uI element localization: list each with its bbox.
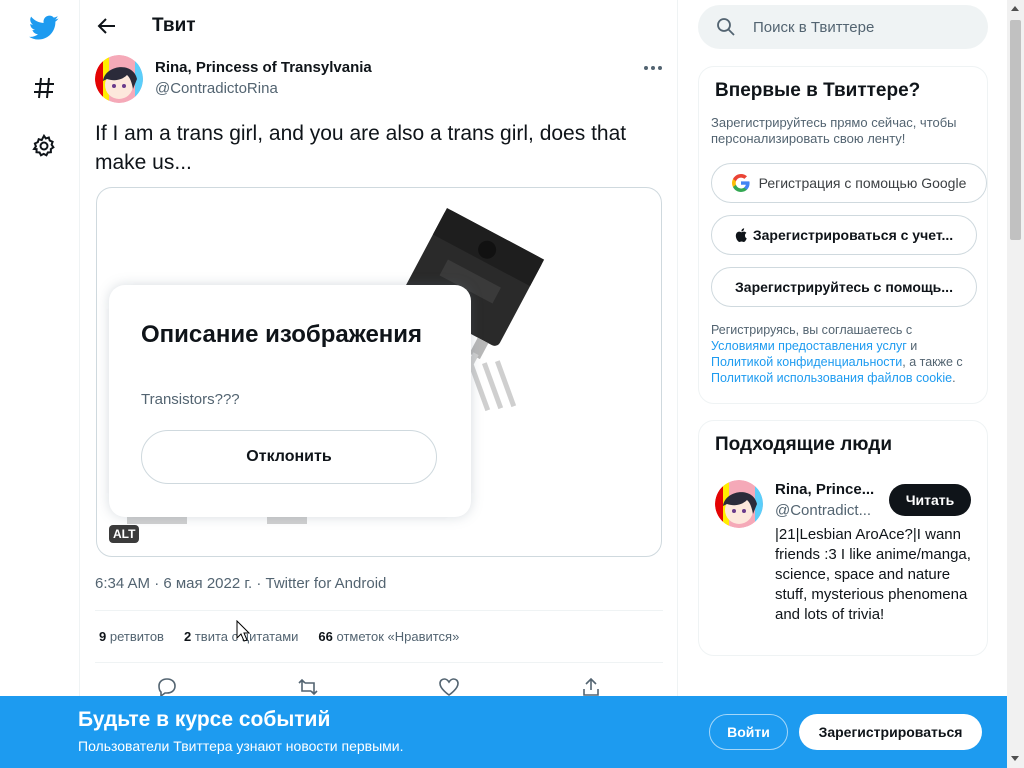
tweet-column: Твит Rina, Princess of Transylvania @Con… xyxy=(79,0,678,768)
panel-subtitle: Зарегистрируйтесь прямо сейчас, чтобы пе… xyxy=(711,115,957,146)
tweet-stats: 9 ретвитов 2 твита с цитатами 66 отметок… xyxy=(99,629,459,644)
follow-button[interactable]: Читать xyxy=(889,484,971,516)
image-description-text: Transistors??? xyxy=(141,391,240,408)
apple-icon xyxy=(735,228,747,242)
privacy-link[interactable]: Политикой конфиденциальности xyxy=(711,355,902,369)
scrollbar[interactable] xyxy=(1007,0,1024,768)
twitter-logo-icon[interactable] xyxy=(22,6,66,50)
login-banner: Будьте в курсе событий Пользователи Твит… xyxy=(0,696,1007,768)
person-name[interactable]: Rina, Prince... xyxy=(775,481,874,498)
back-arrow-icon[interactable] xyxy=(94,13,120,39)
alt-badge[interactable]: ALT xyxy=(109,525,140,543)
search-icon xyxy=(717,18,735,36)
left-nav xyxy=(0,0,80,768)
page-title: Твит xyxy=(152,15,196,36)
search-box[interactable] xyxy=(698,5,988,49)
scroll-down-arrow-icon[interactable] xyxy=(1011,756,1019,761)
image-description-card: Описание изображения Transistors??? Откл… xyxy=(109,285,471,517)
search-input[interactable] xyxy=(753,15,973,39)
person-bio: |21|Lesbian AroAce?|I wann friends :3 I … xyxy=(775,526,971,623)
settings-gear-icon[interactable] xyxy=(22,124,66,168)
cookie-policy-link[interactable]: Политикой использования файлов cookie xyxy=(711,371,952,385)
person-handle[interactable]: @Contradict... xyxy=(775,502,871,519)
panel-title: Впервые в Твиттере? xyxy=(715,80,921,101)
banner-subtitle: Пользователи Твиттера узнают новости пер… xyxy=(78,738,404,754)
tweet-timestamp[interactable]: 6:34 AM · 6 мая 2022 г. · Twitter for An… xyxy=(95,575,386,592)
author-handle[interactable]: @ContradictoRina xyxy=(155,80,278,97)
person-avatar[interactable] xyxy=(715,480,763,528)
tweet-header: Твит xyxy=(80,0,678,53)
relevant-people-panel: Подходящие люди Rina, Prince... @Contrad… xyxy=(698,420,988,656)
new-to-twitter-panel: Впервые в Твиттере? Зарегистрируйтесь пр… xyxy=(698,66,988,404)
divider xyxy=(95,610,663,611)
explore-hashtag-icon[interactable] xyxy=(22,66,66,110)
author-name[interactable]: Rina, Princess of Transylvania xyxy=(155,59,372,76)
banner-title: Будьте в курсе событий xyxy=(78,708,331,731)
google-icon xyxy=(731,174,750,192)
other-signup-button[interactable]: Зарегистрируйтесь с помощь... xyxy=(711,267,977,307)
divider xyxy=(95,662,663,663)
login-button[interactable]: Войти xyxy=(709,714,788,750)
scroll-up-arrow-icon[interactable] xyxy=(1011,6,1019,11)
likes-stat[interactable]: 66 отметок «Нравится» xyxy=(318,629,459,644)
scroll-thumb[interactable] xyxy=(1010,20,1021,240)
dismiss-button[interactable]: Отклонить xyxy=(141,430,437,484)
terms-text: Регистрируясь, вы соглашаетесь с Условия… xyxy=(711,323,963,385)
register-button[interactable]: Зарегистрироваться xyxy=(799,714,982,750)
terms-link[interactable]: Условиями предоставления услуг xyxy=(711,339,907,353)
author-avatar[interactable] xyxy=(95,55,143,103)
image-description-title: Описание изображения xyxy=(141,321,423,348)
tweet-text: If I am a trans girl, and you are also a… xyxy=(95,122,627,174)
google-signup-button[interactable]: Регистрация с помощью Google xyxy=(711,163,987,203)
apple-signup-button[interactable]: Зарегистрироваться с учет... xyxy=(711,215,977,255)
more-options-icon[interactable] xyxy=(640,58,666,78)
panel-title: Подходящие люди xyxy=(715,434,893,455)
tweet-image[interactable]: Описание изображения Transistors??? Откл… xyxy=(96,187,662,557)
mouse-cursor-icon xyxy=(236,620,250,642)
retweets-stat[interactable]: 9 ретвитов xyxy=(99,629,164,644)
